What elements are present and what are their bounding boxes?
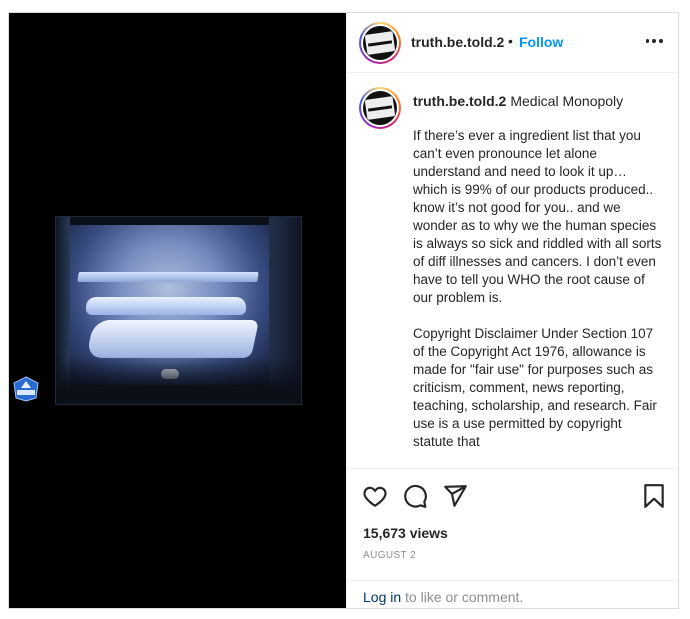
caption-scroll-area[interactable]: truth.be.told.2 Medical Monopoly If there… [347,73,679,468]
view-count: 15,673 views [363,525,448,541]
caption-title: Medical Monopoly [510,93,624,109]
post-header: truth.be.told.2 • Follow [347,13,679,73]
post-date[interactable]: AUGUST 2 [363,550,416,561]
action-bar: 15,673 views AUGUST 2 Log in to like or … [347,468,679,608]
login-link[interactable]: Log in [363,589,401,605]
caption-body: If there’s ever a ingredient list that y… [413,128,662,449]
more-options-icon[interactable] [644,31,664,51]
heart-icon[interactable] [362,483,388,509]
login-prompt-text: Log in to like or comment. [363,589,523,605]
separator-dot: • [508,33,513,49]
video-tray [86,297,246,315]
bookmark-icon[interactable] [641,483,667,509]
author-username[interactable]: truth.be.told.2 [411,34,504,50]
video-shelf [77,272,259,282]
video-frame [55,216,302,405]
caption-author-avatar[interactable] [359,87,401,129]
follow-button[interactable]: Follow [519,34,563,50]
video-player[interactable] [9,13,346,608]
avatar-logo-icon [364,31,396,55]
video-shadow [56,356,301,404]
login-prompt: Log in to like or comment. [347,580,679,609]
caption-heading: truth.be.told.2 Medical Monopoly [413,93,623,109]
caption-author-username[interactable]: truth.be.told.2 [413,93,506,109]
video-drawer [85,320,260,358]
login-suffix: to like or comment. [401,589,524,605]
post-sidebar: truth.be.told.2 • Follow truth.be.told.2… [346,13,679,608]
author-avatar[interactable] [359,22,401,64]
avatar-logo-icon [364,96,396,120]
watermark-logo-icon [13,376,39,402]
send-paper-plane-icon[interactable] [442,483,468,509]
comment-bubble-icon[interactable] [402,483,428,509]
instagram-post: truth.be.told.2 • Follow truth.be.told.2… [8,12,679,609]
